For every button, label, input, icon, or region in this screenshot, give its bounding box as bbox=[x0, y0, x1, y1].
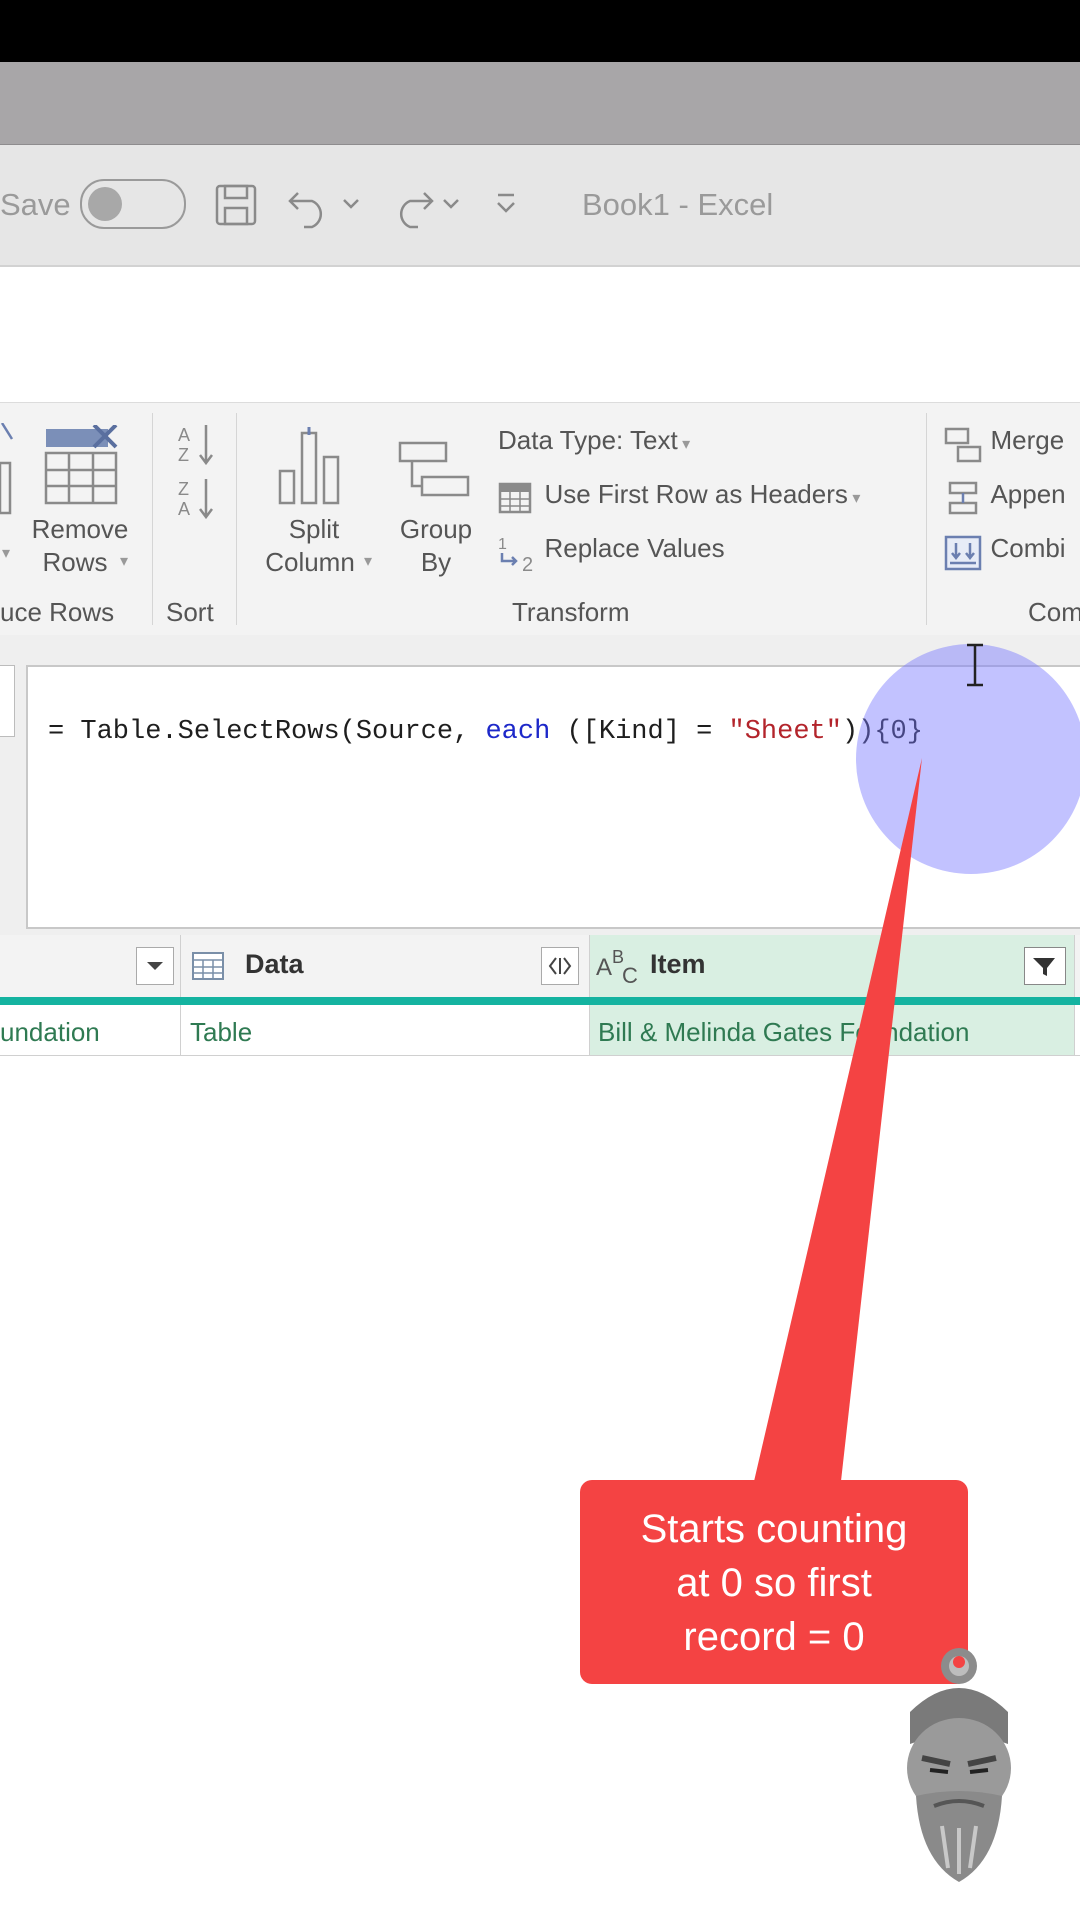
callout-line-2: at 0 so first bbox=[676, 1561, 872, 1605]
mascot-logo-icon bbox=[907, 1648, 1011, 1882]
callout-line-1: Starts counting bbox=[640, 1507, 908, 1551]
